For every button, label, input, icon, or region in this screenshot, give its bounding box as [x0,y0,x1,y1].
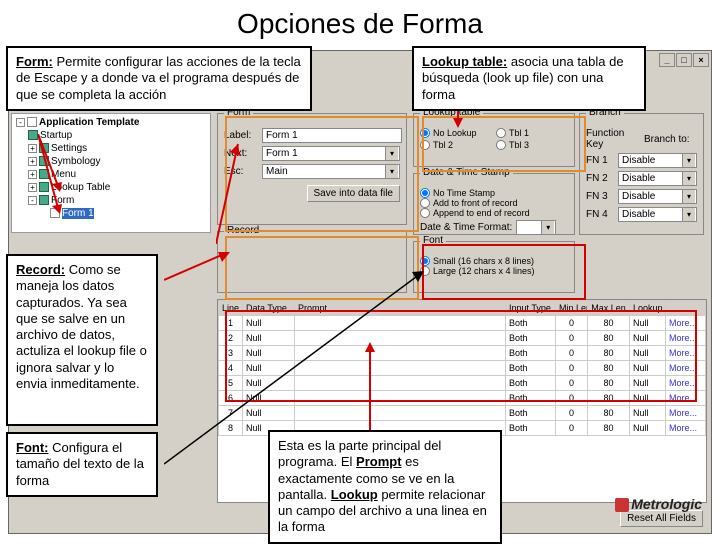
radio-append-end[interactable]: Append to end of record [420,208,568,218]
datetime-groupbox: Date & Time Stamp No Time Stamp Add to f… [413,173,575,235]
table-cell: More... [666,421,706,436]
table-cell: More... [666,406,706,421]
page-title: Opciones de Forma [0,0,720,46]
highlight-form [225,116,419,232]
table-cell: Null [630,421,666,436]
maximize-button[interactable]: □ [676,53,692,67]
folder-icon [28,130,38,140]
branch-hdr-br: Branch to: [644,134,690,145]
fn1-label: FN 1 [586,155,614,166]
arrow-form [216,104,246,244]
reset-fields-button[interactable]: Reset All Fields [620,510,703,527]
minimize-button[interactable]: _ [659,53,675,67]
table-cell: 80 [588,406,630,421]
radio-add-front[interactable]: Add to front of record [420,198,568,208]
template-icon [27,117,37,127]
logo-icon [615,498,629,512]
fn3-combo[interactable]: Disable [618,189,697,204]
highlight-font [422,244,586,300]
table-cell: Both [506,421,556,436]
table-cell: Both [506,406,556,421]
highlight-lookup [422,116,586,172]
dtf-label: Date & Time Format: [420,222,512,233]
callout-lookup: Lookup table: asocia una tabla de búsque… [412,46,646,111]
arrow-tree2 [38,134,64,218]
dtf-combo[interactable] [516,220,556,235]
fn3-label: FN 3 [586,191,614,202]
callout-record: Record: Como se maneja los datos captura… [6,254,158,426]
tree-root[interactable]: -Application Template [14,116,208,129]
fn4-combo[interactable]: Disable [618,207,697,222]
branch-hdr-key: Function Key [586,128,636,150]
table-cell: Null [630,406,666,421]
callout-font: Font: Configura el tamaño del texto de l… [6,432,158,497]
close-button[interactable]: × [693,53,709,67]
fn2-label: FN 2 [586,173,614,184]
arrow-main [360,340,380,432]
fn4-label: FN 4 [586,209,614,220]
callout-main: Esta es la parte principal del programa.… [268,430,502,544]
branch-groupbox: Branch Function KeyBranch to: FN 1Disabl… [579,113,704,235]
window-controls: _ □ × [657,51,711,69]
table-cell: 80 [588,421,630,436]
metrologic-logo: Metrologic [615,496,702,512]
fn2-combo[interactable]: Disable [618,171,697,186]
radio-no-timestamp[interactable]: No Time Stamp [420,188,568,198]
table-cell: 0 [556,406,588,421]
fn1-combo[interactable]: Disable [618,153,697,168]
table-cell: 0 [556,421,588,436]
callout-form: Form: Permite configurar las acciones de… [6,46,312,111]
